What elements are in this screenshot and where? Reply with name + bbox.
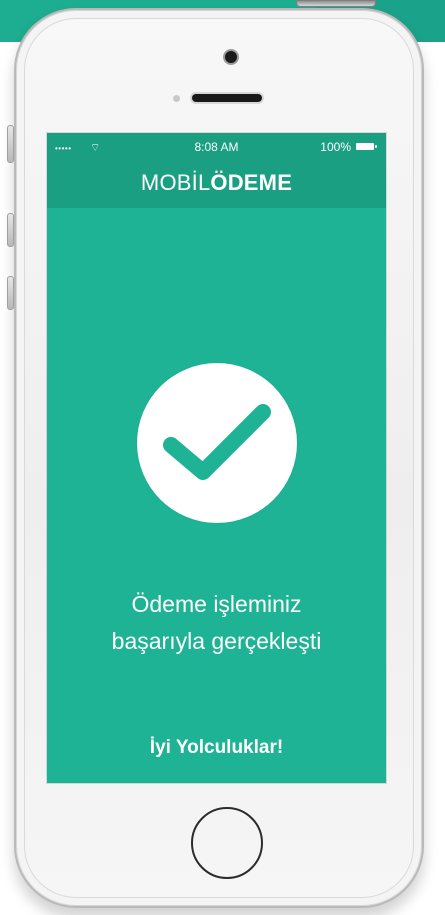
app-title-light: MOBİL [140, 170, 211, 195]
success-message-line-1: Ödeme işleminiz [131, 591, 302, 617]
proximity-sensor [173, 95, 180, 102]
home-button[interactable] [191, 807, 263, 879]
success-badge [137, 363, 297, 523]
volume-down-button [7, 276, 14, 310]
status-bar: ••••• ⌔ 8:08 AM 100% [47, 133, 386, 157]
app-title: MOBİLÖDEME [47, 171, 386, 195]
check-icon [163, 404, 271, 480]
battery-icon [356, 143, 377, 150]
app-screen: ••••• ⌔ 8:08 AM 100% MOBİLÖDEME Ödeme iş… [47, 133, 386, 783]
success-message: Ödeme işleminiz başarıyla gerçekleşti [47, 586, 386, 660]
silent-switch [7, 125, 14, 163]
volume-up-button [7, 213, 14, 247]
battery-percentage: 100% [320, 140, 351, 154]
success-message-line-2: başarıyla gerçekleşti [111, 628, 322, 654]
app-title-bold: ÖDEME [210, 170, 293, 195]
earpiece-speaker [192, 94, 262, 102]
farewell-message: İyi Yolculuklar! [149, 737, 284, 758]
page-root: ••••• ⌔ 8:08 AM 100% MOBİLÖDEME Ödeme iş… [0, 0, 445, 915]
app-header: ••••• ⌔ 8:08 AM 100% MOBİLÖDEME [47, 133, 386, 208]
front-camera [225, 51, 237, 63]
top-power-button [296, 0, 376, 7]
